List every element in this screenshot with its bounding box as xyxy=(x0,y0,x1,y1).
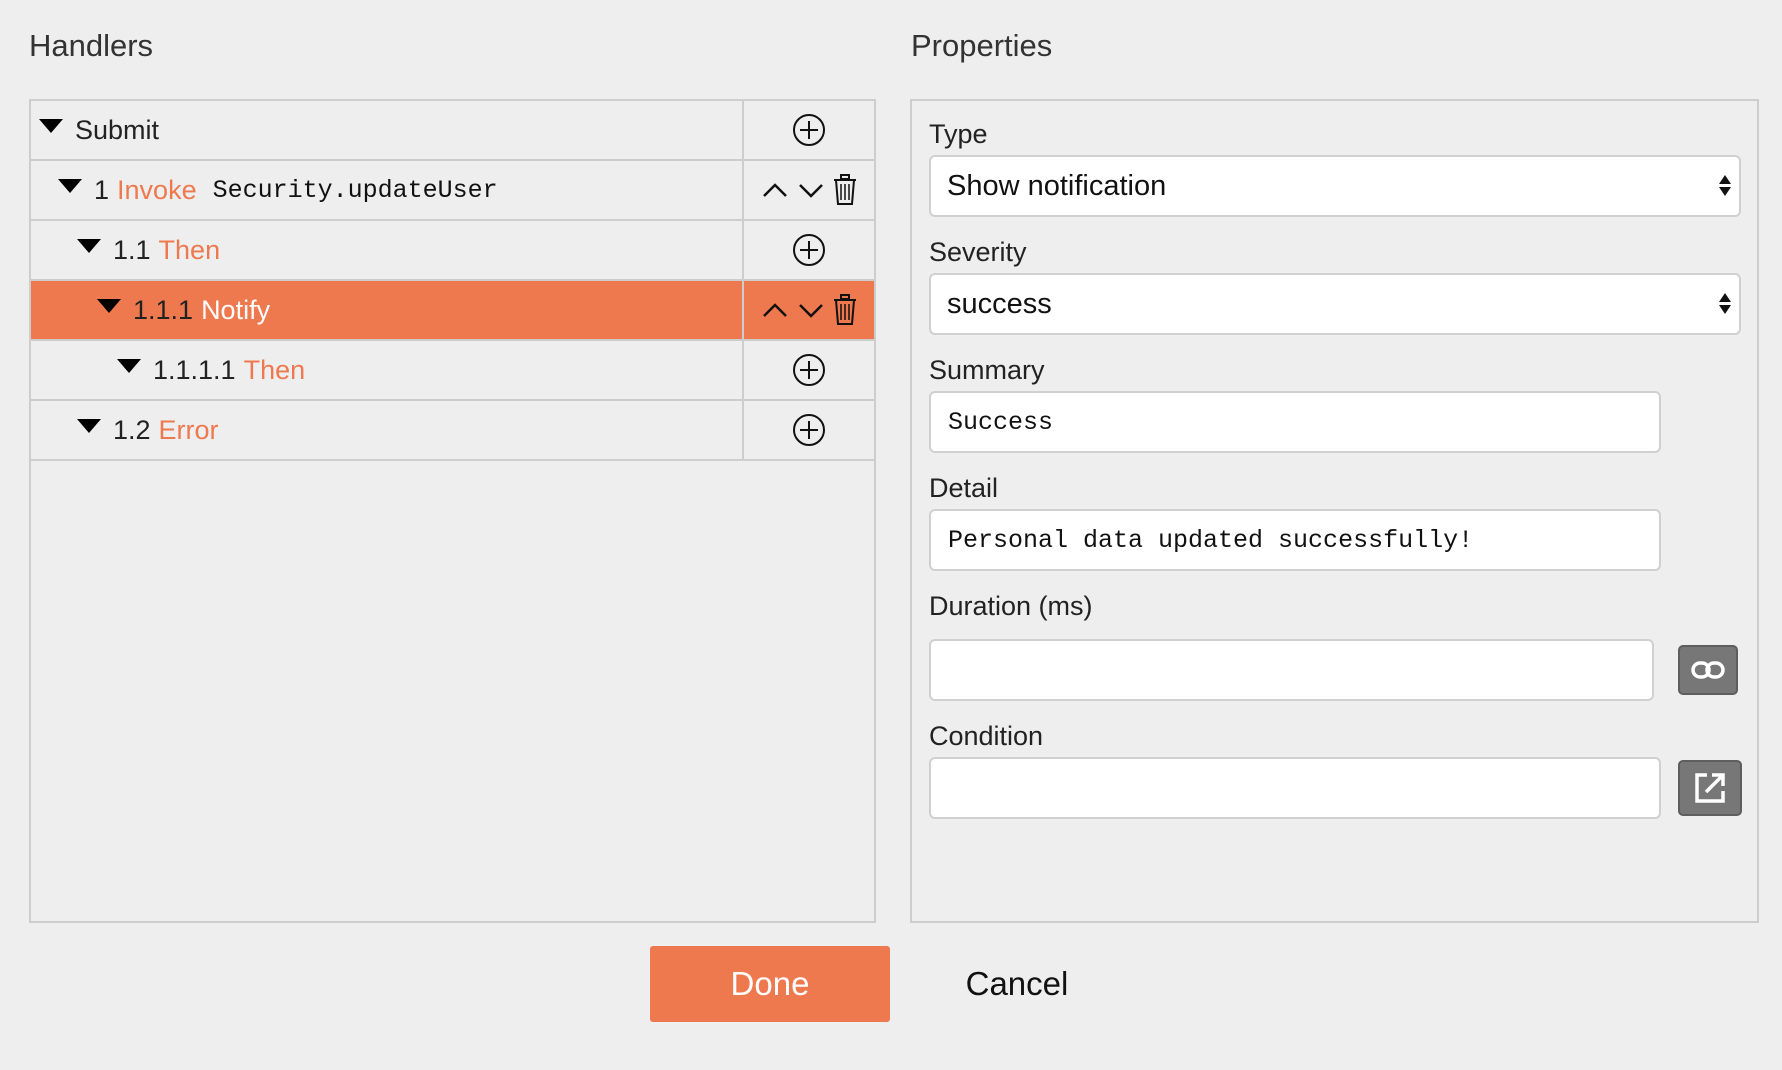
select-arrows-icon xyxy=(1719,293,1731,314)
done-button[interactable]: Done xyxy=(650,946,890,1022)
cancel-button[interactable]: Cancel xyxy=(930,946,1104,1022)
severity-select-value: success xyxy=(947,287,1052,320)
tree-row-label: 1 Invoke Security.updateUser xyxy=(31,161,744,219)
trash-icon xyxy=(834,174,856,205)
row-actions xyxy=(744,221,874,279)
tree-row-keyword: Invoke xyxy=(117,174,197,205)
plus-circle-icon xyxy=(793,234,825,266)
severity-select[interactable]: success xyxy=(929,273,1741,335)
tree-row-argument: Security.updateUser xyxy=(212,175,498,205)
row-actions xyxy=(744,161,874,219)
add-handler-button[interactable] xyxy=(792,113,826,147)
type-select[interactable]: Show notification xyxy=(929,155,1741,217)
move-up-button[interactable] xyxy=(760,175,790,205)
tree-row-number: 1.1.1.1 xyxy=(153,354,236,385)
collapse-caret-icon[interactable] xyxy=(97,299,121,313)
tree-row-notify[interactable]: 1.1.1 Notify xyxy=(31,281,874,341)
duration-label: Duration (ms) xyxy=(929,591,1093,621)
chevron-up-icon xyxy=(763,183,787,197)
row-actions xyxy=(744,341,874,399)
add-handler-button[interactable] xyxy=(792,413,826,447)
detail-label: Detail xyxy=(929,473,999,503)
handlers-tree: Submit 1 Invoke Security.updateUser 1.1 … xyxy=(29,99,876,923)
tree-row-label: 1.1.1 Notify xyxy=(31,281,744,339)
row-actions xyxy=(744,401,874,459)
select-arrows-icon xyxy=(1719,175,1731,196)
chevron-down-icon xyxy=(799,304,823,318)
condition-label: Condition xyxy=(929,721,1044,751)
tree-row-error[interactable]: 1.2 Error xyxy=(31,401,874,461)
handlers-title: Handlers xyxy=(29,28,154,63)
tree-row-label: 1.2 Error xyxy=(31,401,744,459)
collapse-caret-icon[interactable] xyxy=(77,419,101,433)
tree-row-number: 1.1.1 xyxy=(133,294,194,325)
tree-row-keyword: Error xyxy=(158,414,219,445)
move-down-button[interactable] xyxy=(796,175,826,205)
add-handler-button[interactable] xyxy=(792,233,826,267)
type-select-value: Show notification xyxy=(947,169,1167,202)
type-label: Type xyxy=(929,119,988,149)
chevron-up-icon xyxy=(763,303,787,317)
collapse-caret-icon[interactable] xyxy=(77,239,101,253)
tree-row-keyword: Then xyxy=(158,234,221,265)
bind-link-button[interactable] xyxy=(1678,645,1738,695)
duration-input[interactable] xyxy=(929,639,1654,701)
open-editor-button[interactable] xyxy=(1678,760,1742,816)
tree-row-number: 1.1 xyxy=(113,234,151,265)
collapse-caret-icon[interactable] xyxy=(117,359,141,373)
detail-input-value: Personal data updated successfully! xyxy=(948,525,1474,555)
summary-input[interactable]: Success xyxy=(929,391,1661,453)
collapse-caret-icon[interactable] xyxy=(39,119,63,133)
tree-row-number: 1 xyxy=(94,174,110,205)
tree-row-label: Submit xyxy=(31,101,744,159)
detail-input[interactable]: Personal data updated successfully! xyxy=(929,509,1661,571)
tree-row-label: 1.1 Then xyxy=(31,221,744,279)
add-handler-button[interactable] xyxy=(792,353,826,387)
properties-title: Properties xyxy=(911,28,1053,63)
chevron-down-icon xyxy=(799,184,823,198)
move-up-button[interactable] xyxy=(760,295,790,325)
tree-row-submit[interactable]: Submit xyxy=(31,101,874,161)
plus-circle-icon xyxy=(793,114,825,146)
tree-row-text: Submit xyxy=(75,114,160,145)
collapse-caret-icon[interactable] xyxy=(58,179,82,193)
delete-button[interactable] xyxy=(832,294,858,326)
plus-circle-icon xyxy=(793,414,825,446)
tree-row-then[interactable]: 1.1 Then xyxy=(31,221,874,281)
row-actions xyxy=(744,101,874,159)
condition-input[interactable] xyxy=(929,757,1661,819)
tree-row-invoke[interactable]: 1 Invoke Security.updateUser xyxy=(31,161,874,221)
summary-input-value: Success xyxy=(948,407,1054,437)
delete-button[interactable] xyxy=(832,174,858,206)
tree-row-then-nested[interactable]: 1.1.1.1 Then xyxy=(31,341,874,401)
external-link-icon xyxy=(1695,773,1725,803)
tree-row-label: 1.1.1.1 Then xyxy=(31,341,744,399)
plus-circle-icon xyxy=(793,354,825,386)
properties-panel: Type Show notification Severity success … xyxy=(910,99,1759,923)
link-icon xyxy=(1691,661,1725,679)
tree-row-number: 1.2 xyxy=(113,414,151,445)
tree-row-keyword: Then xyxy=(243,354,306,385)
tree-row-keyword: Notify xyxy=(201,294,271,325)
trash-icon xyxy=(834,294,856,325)
move-down-button[interactable] xyxy=(796,295,826,325)
row-actions xyxy=(744,281,874,339)
severity-label: Severity xyxy=(929,237,1027,267)
summary-label: Summary xyxy=(929,355,1045,385)
